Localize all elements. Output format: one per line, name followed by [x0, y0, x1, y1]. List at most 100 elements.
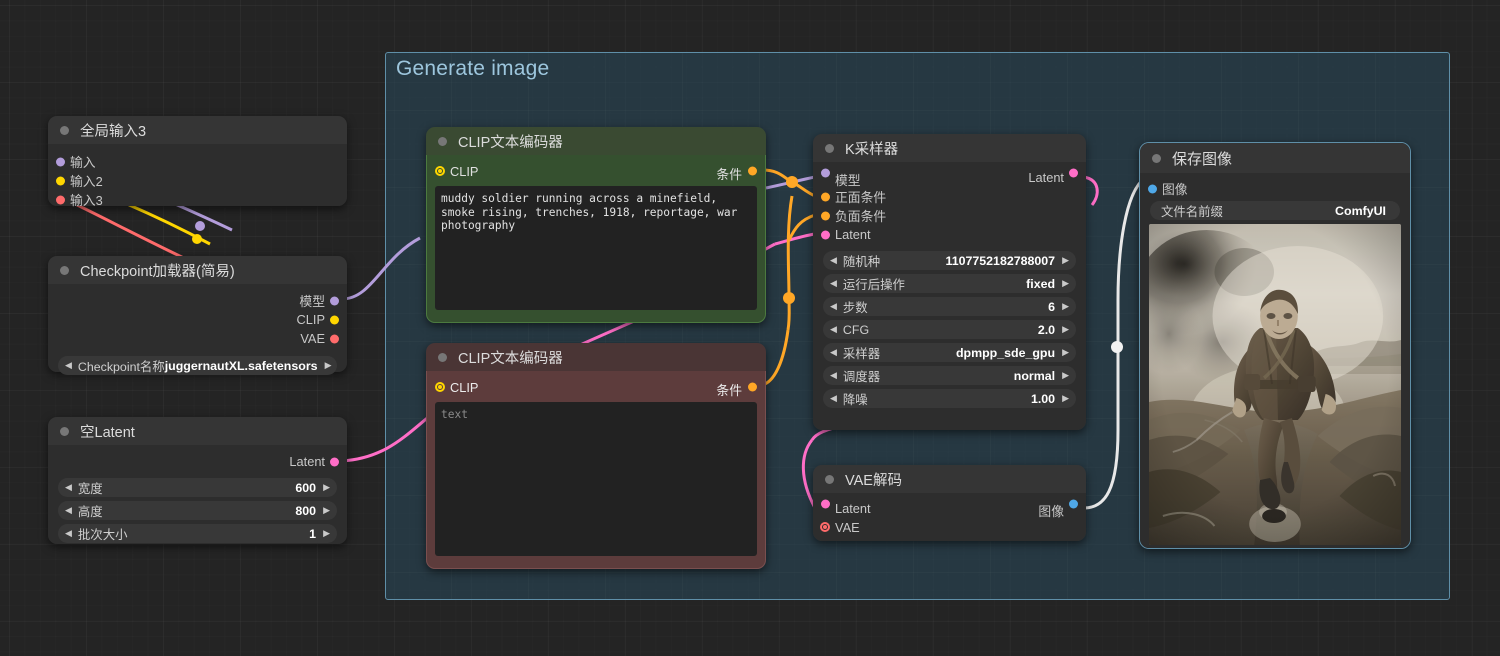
node-title-bar[interactable]: VAE解码	[813, 465, 1086, 493]
decrement-arrow-icon[interactable]: ◀	[830, 394, 837, 403]
decrement-arrow-icon[interactable]: ◀	[65, 361, 72, 370]
input-slot-negative[interactable]: 负面条件	[813, 206, 1086, 225]
decrement-arrow-icon[interactable]: ◀	[65, 483, 72, 492]
collapse-icon[interactable]	[60, 265, 69, 275]
prompt-textarea-positive[interactable]: muddy soldier running across a minefield…	[435, 186, 757, 310]
port-input-latent[interactable]	[821, 230, 830, 239]
decrement-arrow-icon[interactable]: ◀	[830, 279, 837, 288]
node-clip-text-encode-negative[interactable]: CLIP文本编码器 CLIP 条件 text	[426, 343, 766, 569]
collapse-icon[interactable]	[438, 352, 447, 362]
node-save-image[interactable]: 保存图像 图像 文件名前缀 ComfyUI	[1139, 142, 1411, 549]
widget-steps[interactable]: ◀ 步数 6 ▶	[823, 297, 1076, 316]
output-slot-model[interactable]: 模型	[48, 291, 347, 310]
widget-value[interactable]: 1107752182788007	[946, 254, 1056, 268]
port-output-latent[interactable]	[1069, 168, 1078, 178]
node-checkpoint-loader[interactable]: Checkpoint加载器(简易) 模型 CLIP VAE ◀ Checkpoi…	[48, 256, 347, 375]
widget-value[interactable]: 6	[1048, 300, 1055, 314]
decrement-arrow-icon[interactable]: ◀	[830, 325, 837, 334]
input-slot-positive[interactable]: 正面条件	[813, 187, 1086, 206]
node-title-bar[interactable]: Checkpoint加载器(简易)	[48, 256, 347, 284]
decrement-arrow-icon[interactable]: ◀	[65, 506, 72, 515]
output-slot-vae[interactable]: VAE	[48, 329, 347, 348]
workflow-canvas[interactable]: Generate image 全局输入3 输入 输入2 输入3 Checkpoi…	[0, 0, 1500, 656]
node-title-bar[interactable]: CLIP文本编码器	[426, 343, 766, 371]
increment-arrow-icon[interactable]: ▶	[325, 361, 332, 370]
port-input-clip[interactable]	[435, 382, 445, 392]
output-slot-clip[interactable]: CLIP	[48, 310, 347, 329]
increment-arrow-icon[interactable]: ▶	[1062, 279, 1069, 288]
increment-arrow-icon[interactable]: ▶	[323, 483, 330, 492]
port-input-1[interactable]	[56, 157, 65, 166]
port-input-model[interactable]	[821, 168, 830, 178]
input-slot[interactable]: 输入	[48, 152, 347, 171]
node-title-bar[interactable]: K采样器	[813, 134, 1086, 162]
node-title-bar[interactable]: 全局输入3	[48, 116, 347, 144]
collapse-icon[interactable]	[438, 136, 447, 146]
node-title-bar[interactable]: 空Latent	[48, 417, 347, 445]
port-output-clip[interactable]	[330, 315, 339, 324]
widget-value[interactable]: juggernautXL.safetensors	[165, 359, 318, 373]
widget-sampler-name[interactable]: ◀ 采样器 dpmpp_sde_gpu ▶	[823, 343, 1076, 362]
port-input-latent[interactable]	[821, 499, 830, 509]
port-input-3[interactable]	[56, 195, 65, 204]
input-slot-image[interactable]: 图像	[1140, 179, 1410, 198]
decrement-arrow-icon[interactable]: ◀	[830, 256, 837, 265]
port-output-latent[interactable]	[330, 457, 339, 466]
increment-arrow-icon[interactable]: ▶	[1062, 302, 1069, 311]
port-output-image[interactable]	[1069, 499, 1078, 509]
port-input-negative[interactable]	[821, 211, 830, 220]
widget-value[interactable]: 1.00	[1031, 392, 1055, 406]
collapse-icon[interactable]	[825, 474, 834, 484]
widget-value[interactable]: 2.0	[1038, 323, 1055, 337]
node-title-bar[interactable]: CLIP文本编码器	[426, 127, 766, 155]
port-input-positive[interactable]	[821, 192, 830, 201]
port-output-conditioning[interactable]	[748, 166, 757, 176]
decrement-arrow-icon[interactable]: ◀	[830, 371, 837, 380]
increment-arrow-icon[interactable]: ▶	[1062, 348, 1069, 357]
widget-seed[interactable]: ◀ 随机种 1107752182788007 ▶	[823, 251, 1076, 270]
decrement-arrow-icon[interactable]: ◀	[830, 348, 837, 357]
input-slot-latent[interactable]: Latent	[813, 225, 1086, 244]
node-title-bar[interactable]: 保存图像	[1140, 143, 1410, 173]
decrement-arrow-icon[interactable]: ◀	[830, 302, 837, 311]
widget-value[interactable]: 600	[295, 481, 316, 495]
collapse-icon[interactable]	[60, 125, 69, 135]
widget-width[interactable]: ◀ 宽度 600 ▶	[58, 478, 337, 497]
widget-value[interactable]: normal	[1014, 369, 1055, 383]
increment-arrow-icon[interactable]: ▶	[1062, 371, 1069, 380]
port-output-vae[interactable]	[330, 334, 339, 343]
widget-value[interactable]: 800	[295, 504, 316, 518]
widget-value[interactable]: 1	[309, 527, 316, 541]
input-slot[interactable]: 输入2	[48, 171, 347, 190]
decrement-arrow-icon[interactable]: ◀	[65, 529, 72, 538]
widget-checkpoint-name[interactable]: ◀ Checkpoint名称 juggernautXL.safetensors …	[58, 356, 337, 375]
node-ksampler[interactable]: K采样器 模型 Latent 正面条件 负面条件 Latent ◀ 随机种 11…	[813, 134, 1086, 430]
widget-value[interactable]: dpmpp_sde_gpu	[956, 346, 1055, 360]
collapse-icon[interactable]	[60, 426, 69, 436]
widget-value[interactable]: fixed	[1026, 277, 1055, 291]
widget-denoise[interactable]: ◀ 降噪 1.00 ▶	[823, 389, 1076, 408]
port-input-clip[interactable]	[435, 166, 445, 176]
increment-arrow-icon[interactable]: ▶	[1062, 394, 1069, 403]
collapse-icon[interactable]	[1152, 153, 1161, 163]
node-vae-decode[interactable]: VAE解码 Latent 图像 VAE	[813, 465, 1086, 541]
increment-arrow-icon[interactable]: ▶	[1062, 256, 1069, 265]
increment-arrow-icon[interactable]: ▶	[1062, 325, 1069, 334]
input-slot[interactable]: 输入3	[48, 190, 347, 209]
node-empty-latent[interactable]: 空Latent Latent ◀ 宽度 600 ▶ ◀ 高度 800 ▶ ◀ 批…	[48, 417, 347, 544]
port-input-vae[interactable]	[820, 522, 830, 532]
prompt-textarea-negative[interactable]: text	[435, 402, 757, 556]
image-preview[interactable]	[1149, 224, 1401, 545]
widget-filename-prefix[interactable]: 文件名前缀 ComfyUI	[1150, 201, 1400, 220]
widget-value[interactable]: ComfyUI	[1335, 204, 1386, 218]
widget-scheduler[interactable]: ◀ 调度器 normal ▶	[823, 366, 1076, 385]
widget-cfg[interactable]: ◀ CFG 2.0 ▶	[823, 320, 1076, 339]
node-global-input[interactable]: 全局输入3 输入 输入2 输入3	[48, 116, 347, 209]
widget-batch-size[interactable]: ◀ 批次大小 1 ▶	[58, 524, 337, 543]
port-input-2[interactable]	[56, 176, 65, 185]
port-output-model[interactable]	[330, 296, 339, 305]
port-input-image[interactable]	[1148, 184, 1157, 193]
output-slot-latent[interactable]: Latent	[48, 452, 347, 471]
widget-control-after-generate[interactable]: ◀ 运行后操作 fixed ▶	[823, 274, 1076, 293]
widget-height[interactable]: ◀ 高度 800 ▶	[58, 501, 337, 520]
